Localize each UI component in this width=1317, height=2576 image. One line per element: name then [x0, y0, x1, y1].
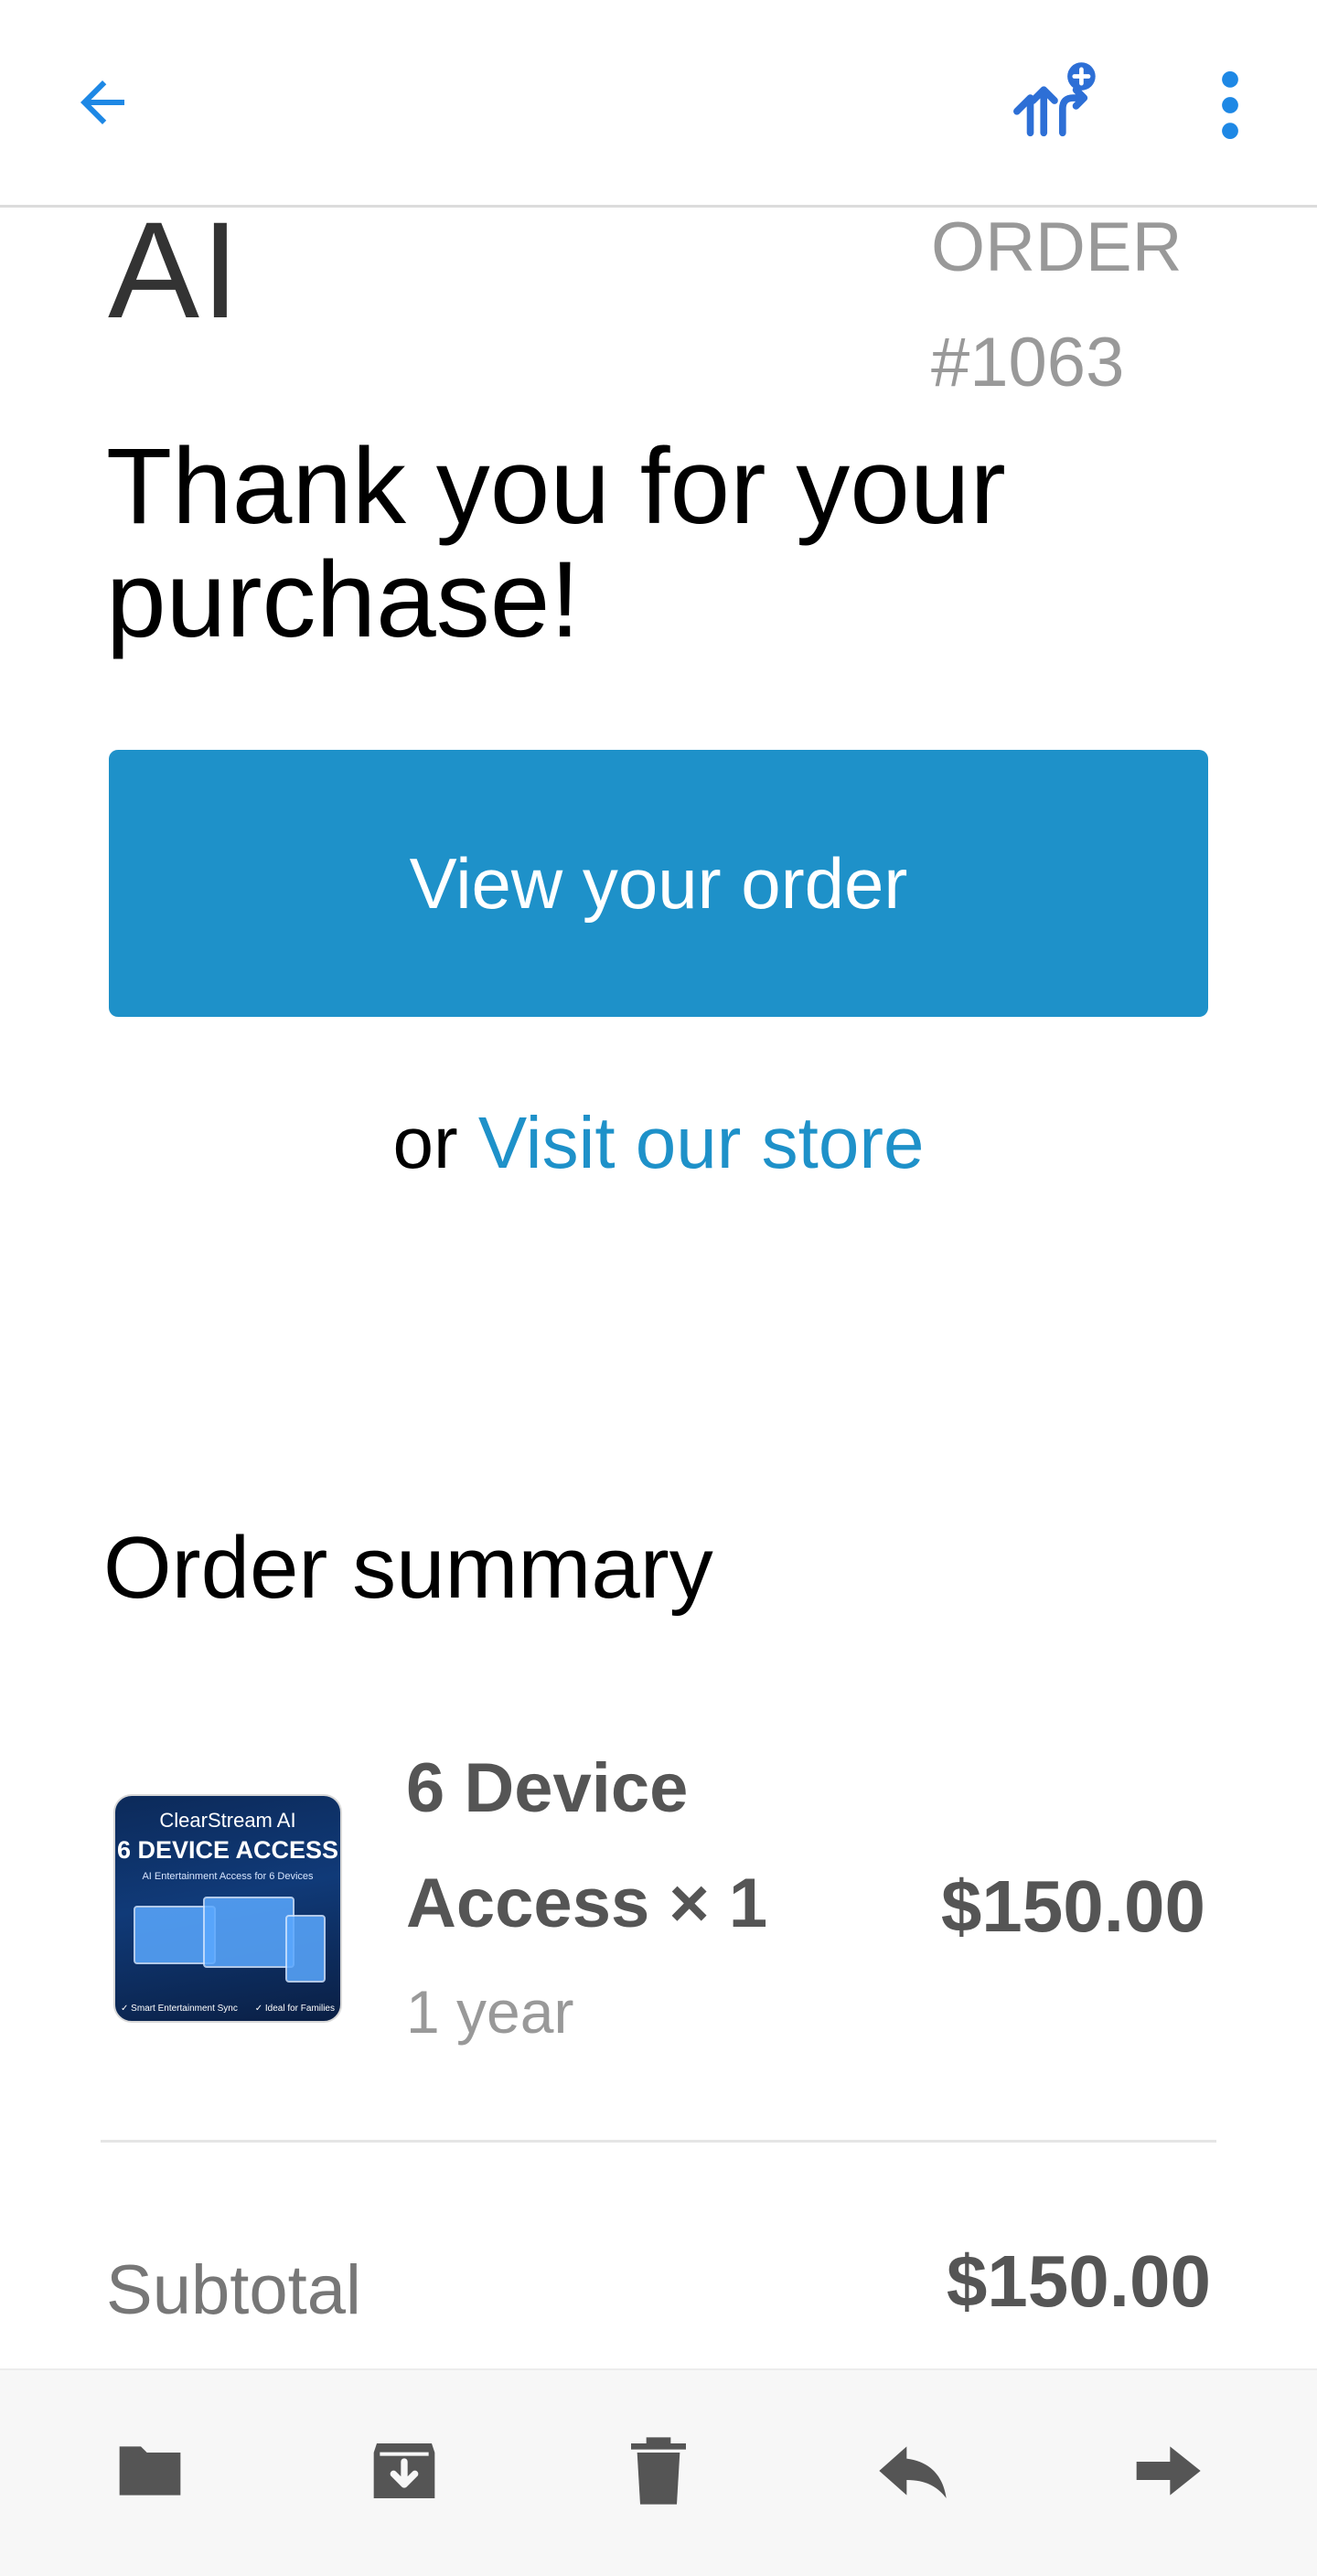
- store-link-line: or Visit our store: [0, 1097, 1317, 1189]
- back-button[interactable]: [64, 64, 141, 141]
- subtotal-label: Subtotal: [106, 2251, 361, 2329]
- folder-icon: [119, 2446, 181, 2496]
- product-price: $150.00: [940, 1865, 1205, 1947]
- add-ons-icon: [1013, 62, 1096, 137]
- archive-icon: [373, 2443, 435, 2498]
- move-to-folder-button[interactable]: [104, 2425, 196, 2517]
- archive-button[interactable]: [359, 2425, 450, 2517]
- forward-button[interactable]: [1121, 2425, 1213, 2517]
- trash-icon: [631, 2437, 686, 2505]
- top-app-bar: [0, 0, 1317, 208]
- or-text: or: [392, 1102, 458, 1183]
- product-image-headline: 6 DEVICE ACCESS: [116, 1836, 339, 1864]
- thank-you-headline: Thank you for your purchase!: [106, 426, 1006, 660]
- order-summary-title: Order summary: [103, 1519, 713, 1617]
- delete-button[interactable]: [613, 2425, 704, 2517]
- product-image-features: ✓ Smart Entertainment Sync ✓ Ideal for F…: [121, 2004, 335, 2014]
- more-vertical-icon: [1222, 70, 1238, 140]
- product-image-brand: ClearStream AI: [159, 1809, 296, 1832]
- order-number-label: ORDER #1063: [931, 190, 1205, 421]
- store-logo-text: AI: [108, 193, 241, 347]
- product-image-feature: ✓ Smart Entertainment Sync: [121, 2004, 238, 2014]
- product-variant: 1 year: [406, 1978, 574, 2046]
- bottom-action-bar: [0, 2368, 1317, 2576]
- more-options-button[interactable]: [1194, 64, 1267, 146]
- add-ons-button[interactable]: [1004, 55, 1105, 146]
- subtotal-value: $150.00: [946, 2240, 1211, 2322]
- product-name: 6 Device Access × 1: [406, 1749, 768, 1942]
- visit-store-link[interactable]: Visit our store: [478, 1102, 925, 1183]
- product-image: ClearStream AI 6 DEVICE ACCESS AI Entert…: [113, 1794, 342, 2023]
- reply-icon: [879, 2446, 947, 2498]
- device-screen-graphic: [285, 1915, 326, 1983]
- device-screen-graphic: [203, 1897, 294, 1968]
- order-number: #1063: [931, 324, 1125, 401]
- view-order-button[interactable]: View your order: [109, 750, 1208, 1017]
- email-body: AI ORDER #1063 Thank you for your purcha…: [0, 0, 1317, 2574]
- arrow-left-icon: [80, 80, 124, 124]
- reply-button[interactable]: [867, 2425, 958, 2517]
- divider: [101, 2140, 1216, 2143]
- product-image-feature: ✓ Ideal for Families: [254, 2004, 335, 2014]
- product-image-subline: AI Entertainment Access for 6 Devices: [142, 1871, 314, 1882]
- forward-icon: [1136, 2446, 1201, 2496]
